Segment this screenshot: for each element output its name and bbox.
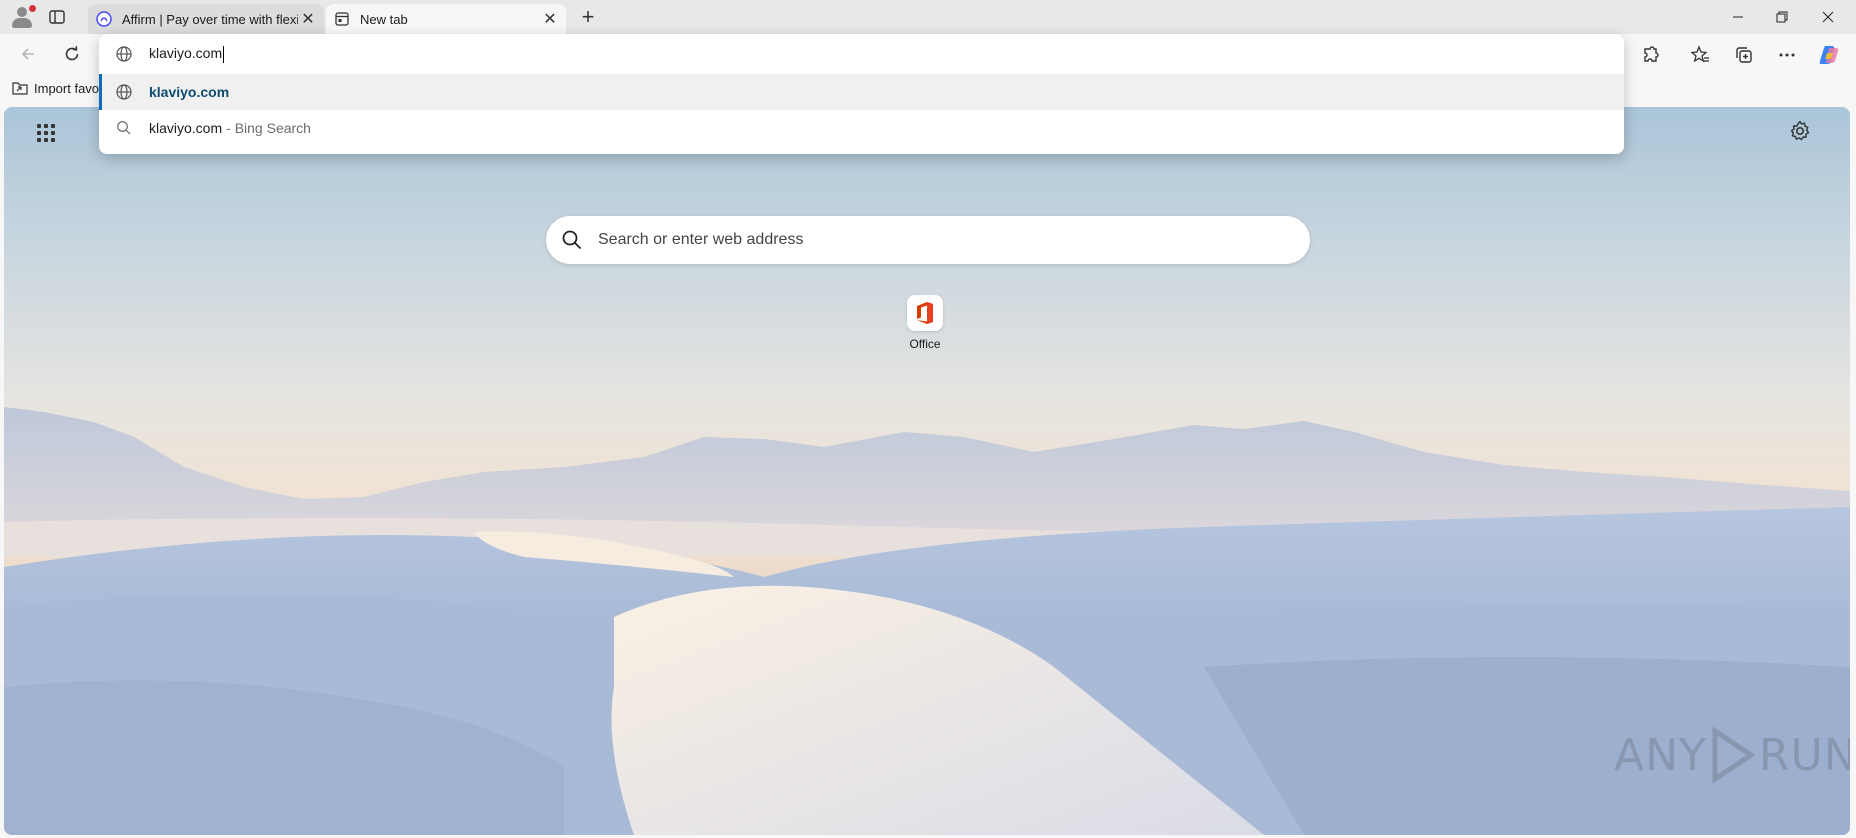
gear-icon[interactable]: [1788, 119, 1812, 143]
suggestion-text: klaviyo.com: [149, 84, 230, 100]
address-bar[interactable]: klaviyo.com: [99, 34, 1624, 74]
play-logo-icon: [1712, 727, 1755, 783]
tab-strip: Affirm | Pay over time with flexibl ✕ Ne…: [0, 0, 1856, 34]
new-tab-page: Search or enter web address Office ANY R…: [4, 107, 1850, 835]
globe-icon: [116, 46, 132, 62]
import-favorites-button[interactable]: Import favor: [12, 80, 103, 96]
tab-title: New tab: [360, 11, 408, 27]
refresh-icon[interactable]: [60, 42, 84, 66]
watermark-right: RUN: [1758, 729, 1850, 781]
profile-icon[interactable]: [8, 5, 36, 29]
globe-icon: [116, 84, 132, 100]
tab-affirm[interactable]: Affirm | Pay over time with flexibl ✕: [88, 4, 324, 34]
address-bar-dropdown: klaviyo.com klaviyo.com klaviyo.com - Bi…: [99, 34, 1624, 154]
tab-title: Affirm | Pay over time with flexibl: [122, 11, 298, 27]
suggestion-subtext: - Bing Search: [226, 120, 311, 136]
affirm-icon: [96, 11, 112, 27]
search-placeholder: Search or enter web address: [598, 231, 804, 248]
import-favorites-label: Import favor: [34, 80, 104, 96]
suggestion-text: klaviyo.com: [149, 120, 223, 136]
tile-label: Office: [909, 337, 941, 351]
close-tab-icon[interactable]: ✕: [298, 9, 318, 29]
collections-icon[interactable]: [1731, 42, 1757, 68]
newtab-page-icon: [335, 12, 349, 26]
watermark-left: ANY: [1614, 729, 1707, 781]
app-launcher-icon[interactable]: [34, 121, 58, 145]
restore-button[interactable]: [1762, 4, 1802, 30]
tab-actions-icon[interactable]: [48, 8, 66, 26]
copilot-icon[interactable]: [1816, 42, 1842, 68]
suggestion-bing-search[interactable]: klaviyo.com - Bing Search: [99, 110, 1624, 146]
more-options-icon[interactable]: [1774, 42, 1800, 68]
search-icon: [562, 230, 582, 250]
office-icon: [907, 295, 943, 331]
tab-new-tab[interactable]: New tab ✕: [326, 4, 566, 34]
new-tab-button[interactable]: +: [576, 6, 600, 30]
close-window-button[interactable]: [1808, 4, 1848, 30]
anyrun-watermark: ANY RUN: [1614, 727, 1850, 783]
back-arrow-icon[interactable]: [16, 42, 40, 66]
text-caret: [223, 45, 225, 63]
newtab-search-box[interactable]: Search or enter web address: [546, 216, 1310, 264]
quick-link-office[interactable]: Office: [893, 295, 957, 351]
address-input-value[interactable]: klaviyo.com: [149, 45, 222, 61]
minimize-button[interactable]: [1718, 4, 1758, 30]
favorites-icon[interactable]: [1687, 42, 1713, 68]
search-icon: [117, 121, 131, 135]
import-folder-icon: [12, 82, 28, 95]
notification-dot: [29, 5, 36, 12]
suggestion-url[interactable]: klaviyo.com: [99, 74, 1624, 110]
extensions-icon[interactable]: [1638, 42, 1664, 68]
close-tab-icon[interactable]: ✕: [540, 9, 560, 29]
